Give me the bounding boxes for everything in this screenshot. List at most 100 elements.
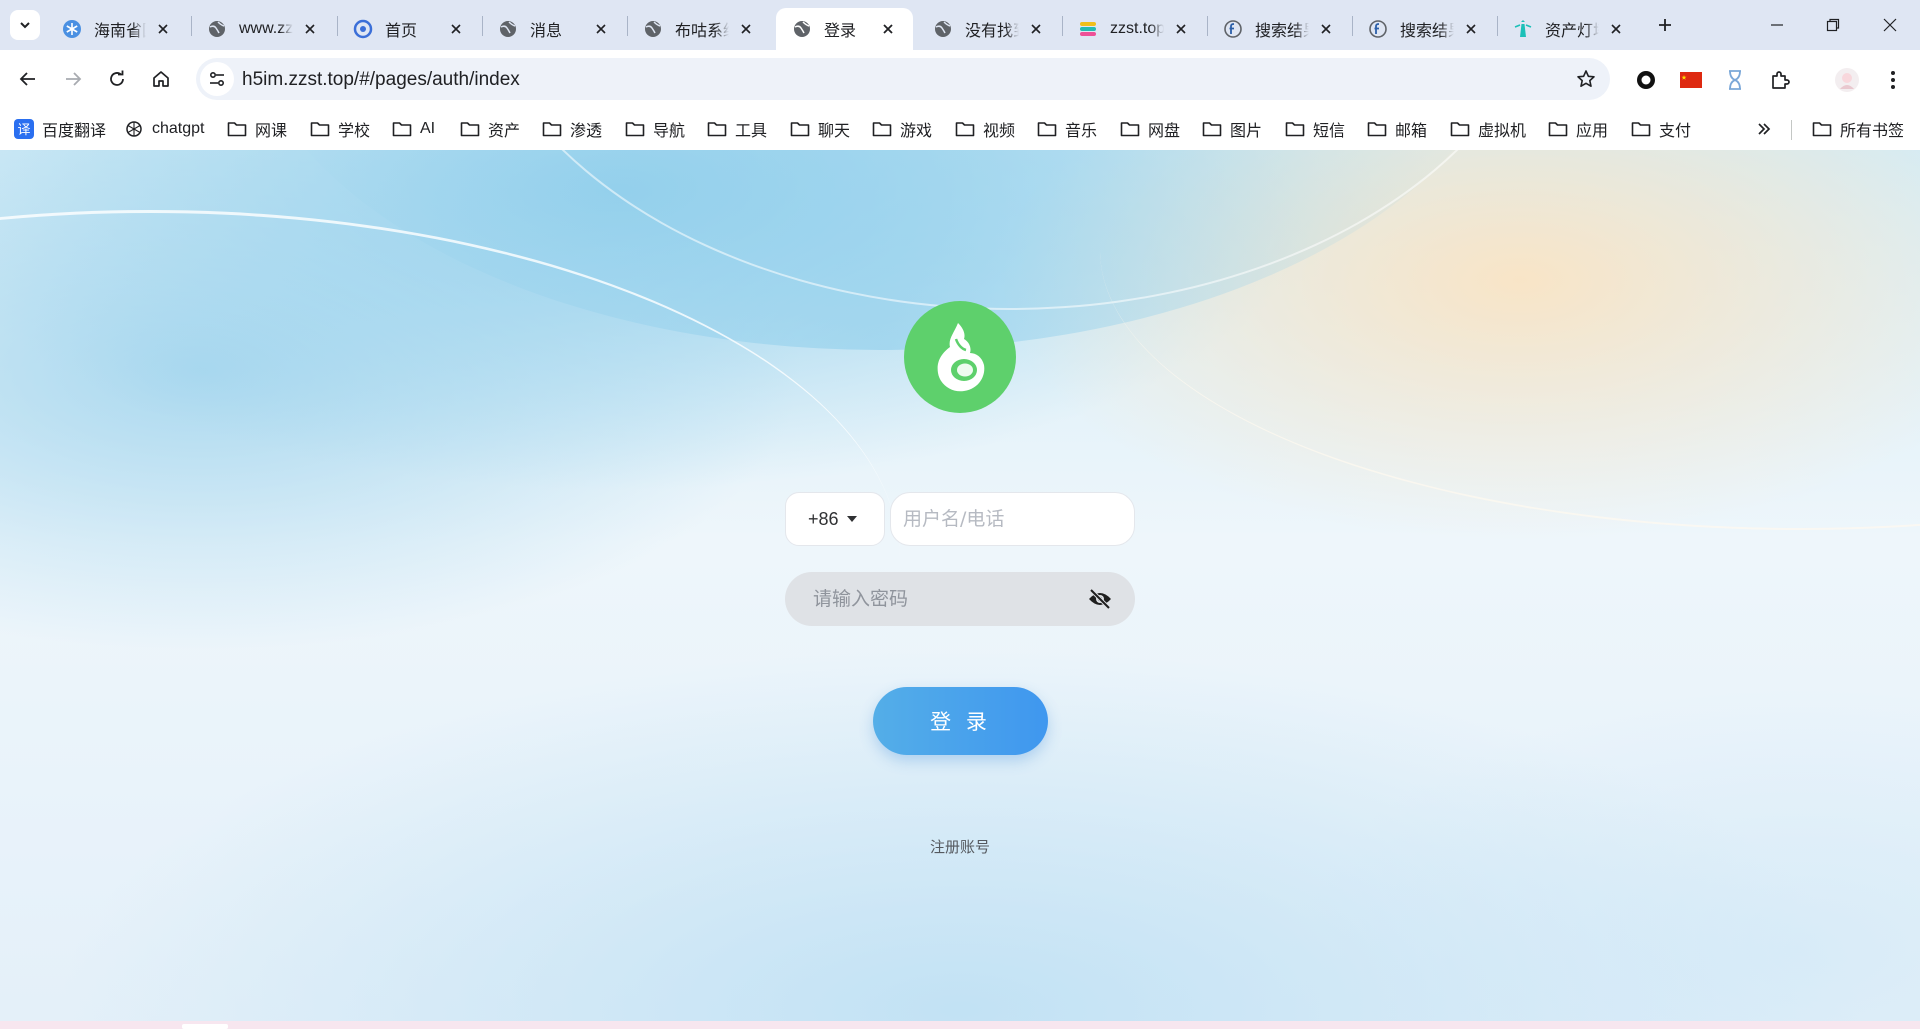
tab-title: 首页	[385, 23, 418, 40]
bookmark-folder[interactable]: 渗透	[542, 116, 602, 142]
bookmark-folder[interactable]: 虚拟机	[1450, 116, 1526, 142]
extension-ring-button[interactable]	[1633, 67, 1659, 93]
tab-title: 消息	[530, 23, 563, 40]
bookmark-label: 学校	[338, 123, 371, 140]
bookmark-folder[interactable]: AI	[392, 116, 435, 142]
country-code-select[interactable]: +86	[785, 492, 885, 546]
new-tab-button[interactable]	[1650, 10, 1680, 40]
more-bookmarks-button[interactable]	[1752, 117, 1776, 141]
bookmark-item[interactable]: chatgpt	[124, 116, 204, 142]
profile-avatar-button[interactable]	[1834, 67, 1860, 93]
bookmark-folder[interactable]: 聊天	[790, 116, 850, 142]
tab-strip: 海南省国 www.zz 首页 消息 布咕系统	[0, 0, 1920, 50]
extension-hourglass-button[interactable]	[1722, 67, 1748, 93]
bookmark-folder[interactable]: 图片	[1202, 116, 1262, 142]
bookmark-label: 图片	[1230, 123, 1263, 140]
browser-tab[interactable]: 首页	[337, 8, 481, 50]
tab-title: 登录	[824, 23, 857, 40]
bookmark-star-button[interactable]	[1574, 67, 1598, 91]
bookmark-folder[interactable]: 网课	[227, 116, 287, 142]
browser-tab[interactable]: 没有找到	[917, 8, 1061, 50]
globe-icon	[643, 19, 663, 39]
extension-flag-button[interactable]	[1678, 67, 1704, 93]
folder-icon	[460, 119, 480, 139]
register-account-link[interactable]: 注册账号	[900, 836, 1020, 857]
toggle-password-visibility[interactable]	[1087, 586, 1113, 612]
close-icon[interactable]	[152, 18, 174, 40]
close-icon[interactable]	[590, 18, 612, 40]
home-button[interactable]	[143, 61, 179, 97]
back-button[interactable]	[10, 61, 46, 97]
all-bookmarks-button[interactable]: 所有书签	[1812, 116, 1904, 142]
minimize-icon	[1771, 24, 1783, 26]
close-icon[interactable]	[299, 18, 321, 40]
home-icon	[153, 71, 169, 87]
browser-tab[interactable]: 消息	[482, 8, 626, 50]
close-window-button[interactable]	[1862, 0, 1918, 50]
address-bar[interactable]: h5im.zzst.top/#/pages/auth/index	[196, 58, 1610, 100]
close-icon[interactable]	[1025, 18, 1047, 40]
browser-tab[interactable]: 搜索结果	[1207, 8, 1351, 50]
puzzle-icon	[1772, 71, 1790, 89]
tab-search-button[interactable]	[10, 10, 40, 40]
restore-icon	[1826, 18, 1840, 32]
country-code-value: +86	[808, 508, 839, 529]
password-field-container	[785, 572, 1135, 626]
browser-tab[interactable]: 海南省国	[46, 8, 188, 50]
swirl-logo-icon	[353, 19, 373, 39]
bookmark-folder[interactable]: 音乐	[1037, 116, 1097, 142]
snowflake-icon	[62, 19, 82, 39]
password-input[interactable]	[785, 572, 1075, 626]
url-text[interactable]: h5im.zzst.top/#/pages/auth/index	[242, 69, 520, 91]
username-input[interactable]	[890, 492, 1135, 546]
browser-tab[interactable]: 搜索结果	[1352, 8, 1496, 50]
browser-tab[interactable]: 布咕系统	[627, 8, 771, 50]
browser-menu-button[interactable]	[1880, 67, 1906, 93]
bookmark-folder[interactable]: 游戏	[872, 116, 932, 142]
forward-button[interactable]	[55, 61, 91, 97]
bookmark-folder[interactable]: 支付	[1631, 116, 1691, 142]
close-icon[interactable]	[735, 18, 757, 40]
restore-button[interactable]	[1805, 0, 1861, 50]
bookmarks-divider	[1791, 120, 1792, 140]
folder-icon	[1812, 119, 1832, 139]
close-icon[interactable]	[877, 18, 899, 40]
browser-tab[interactable]: 资产灯塔	[1497, 8, 1641, 50]
tab-title: 资产灯塔	[1545, 23, 1599, 40]
chevron-down-icon	[20, 22, 30, 29]
minimize-button[interactable]	[1749, 0, 1805, 50]
bookmark-folder[interactable]: 资产	[460, 116, 520, 142]
browser-tab-active[interactable]: 登录	[776, 8, 913, 50]
browser-toolbar: h5im.zzst.top/#/pages/auth/index	[0, 50, 1920, 108]
close-icon[interactable]	[1605, 18, 1627, 40]
bookmark-folder[interactable]: 学校	[310, 116, 370, 142]
close-icon[interactable]	[1170, 18, 1192, 40]
reload-button[interactable]	[99, 61, 135, 97]
close-icon[interactable]	[1460, 18, 1482, 40]
browser-tab[interactable]: zzst.top	[1062, 8, 1206, 50]
extensions-button[interactable]	[1767, 67, 1793, 93]
folder-icon	[1450, 119, 1470, 139]
close-icon[interactable]	[445, 18, 467, 40]
globe-icon	[207, 19, 227, 39]
bookmark-folder[interactable]: 短信	[1285, 116, 1345, 142]
f-logo-icon	[1368, 19, 1388, 39]
background-decoration	[1100, 150, 1920, 530]
bookmark-folder[interactable]: 导航	[625, 116, 685, 142]
bookmark-label: 虚拟机	[1478, 123, 1527, 140]
more-vert-icon	[1891, 71, 1895, 89]
bookmark-folder[interactable]: 应用	[1548, 116, 1608, 142]
folder-icon	[707, 119, 727, 139]
folder-icon	[542, 119, 562, 139]
bookmark-item[interactable]: 译 百度翻译	[14, 116, 106, 142]
folder-icon	[1548, 119, 1568, 139]
bookmark-folder[interactable]: 邮箱	[1367, 116, 1427, 142]
site-info-button[interactable]	[200, 62, 234, 96]
close-icon[interactable]	[1315, 18, 1337, 40]
bookmark-label: 百度翻译	[42, 123, 107, 140]
login-button[interactable]: 登 录	[873, 687, 1048, 755]
bookmark-folder[interactable]: 视频	[955, 116, 1015, 142]
browser-tab[interactable]: www.zz	[191, 8, 335, 50]
bookmark-folder[interactable]: 网盘	[1120, 116, 1180, 142]
bookmark-folder[interactable]: 工具	[707, 116, 767, 142]
